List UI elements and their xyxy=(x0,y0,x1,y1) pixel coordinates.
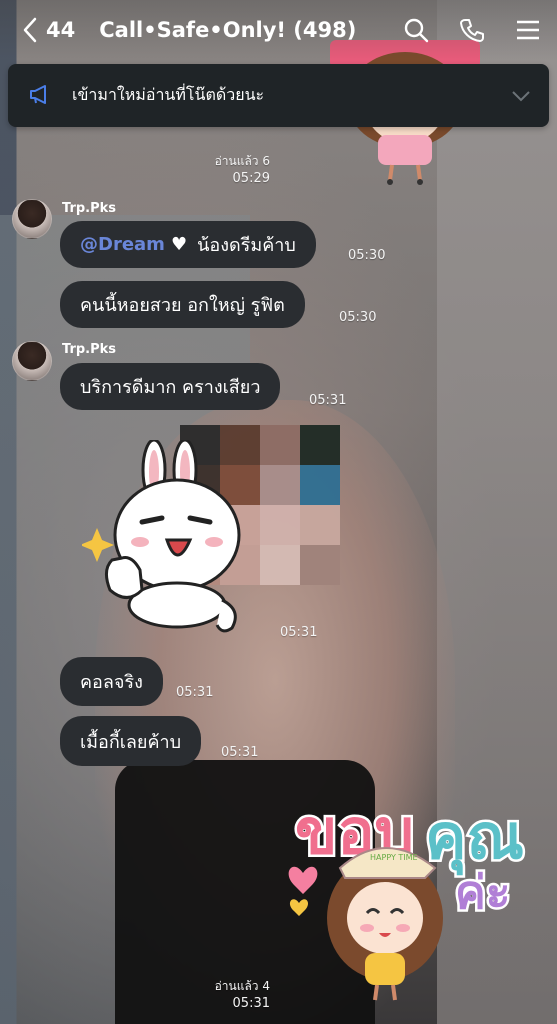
message-text: คนนี้หอยสวย อกใหญ่ รูฟิต xyxy=(80,295,285,316)
sender-name: Trp.Pks xyxy=(62,201,117,216)
white-heart-icon: ♥ xyxy=(170,234,188,255)
message-text: เมื้อกี้เลยค้าบ xyxy=(80,731,182,753)
message-time: 05:31 xyxy=(176,685,214,700)
message-time: 05:31 xyxy=(309,393,347,408)
message-bubble[interactable]: เมื้อกี้เลยค้าบ xyxy=(60,716,202,766)
read-time: 05:29 xyxy=(232,171,270,186)
phone-call-icon[interactable] xyxy=(459,17,485,43)
menu-icon[interactable] xyxy=(515,17,541,43)
rabbit-thumbs-up-sticker[interactable] xyxy=(80,438,252,635)
message-text: คอลจริง xyxy=(80,672,143,693)
back-button[interactable]: 44 xyxy=(22,17,75,43)
message-bubble[interactable]: บริการดีมาก ครางเสียว xyxy=(60,363,281,410)
message-time: 05:31 xyxy=(280,625,318,640)
message-text: น้องดรีมค้าบ xyxy=(197,235,296,256)
chevron-left-icon xyxy=(23,17,37,43)
message-bubble[interactable]: @Dream ♥ น้องดรีมค้าบ xyxy=(60,221,316,268)
hat-label: HAPPY TIME xyxy=(370,853,418,862)
thank-you-girl-sticker[interactable]: ขอบ คุณ ค่ะ HAPPY TIME xyxy=(285,778,545,1008)
read-count-label: อ่านแล้ว 4 xyxy=(214,979,270,993)
megaphone-icon xyxy=(28,83,54,109)
sender-avatar[interactable] xyxy=(12,199,52,239)
message-bubble[interactable]: คนนี้หอยสวย อกใหญ่ รูฟิต xyxy=(60,281,305,328)
chat-title[interactable]: Call•Safe•Only! (498) xyxy=(99,18,356,42)
svg-text:คุณ: คุณ xyxy=(425,800,524,875)
sender-name: Trp.Pks xyxy=(62,342,117,357)
read-receipt: อ่านแล้ว 6 05:29 xyxy=(200,152,270,186)
announcement-banner[interactable]: เข้ามาใหม่อ่านที่โน๊ตด้วยนะ xyxy=(8,64,549,127)
svg-text:ค่ะ: ค่ะ xyxy=(455,865,510,919)
search-icon[interactable] xyxy=(403,17,429,43)
announcement-text: เข้ามาใหม่อ่านที่โน๊ตด้วยนะ xyxy=(72,85,265,104)
message-text: บริการดีมาก ครางเสียว xyxy=(80,377,261,398)
read-time: 05:31 xyxy=(232,996,270,1011)
mention-link[interactable]: @Dream xyxy=(80,234,165,255)
read-receipt: อ่านแล้ว 4 05:31 xyxy=(200,977,270,1011)
read-count-label: อ่านแล้ว 6 xyxy=(214,154,270,168)
message-time: 05:31 xyxy=(221,745,259,760)
message-time: 05:30 xyxy=(348,248,386,263)
chat-header: 44 Call•Safe•Only! (498) xyxy=(0,0,557,60)
chevron-down-icon[interactable] xyxy=(511,90,531,102)
message-bubble[interactable]: คอลจริง xyxy=(60,657,163,706)
sender-avatar[interactable] xyxy=(12,341,52,381)
back-unread-count: 44 xyxy=(46,18,76,42)
message-time: 05:30 xyxy=(339,310,377,325)
